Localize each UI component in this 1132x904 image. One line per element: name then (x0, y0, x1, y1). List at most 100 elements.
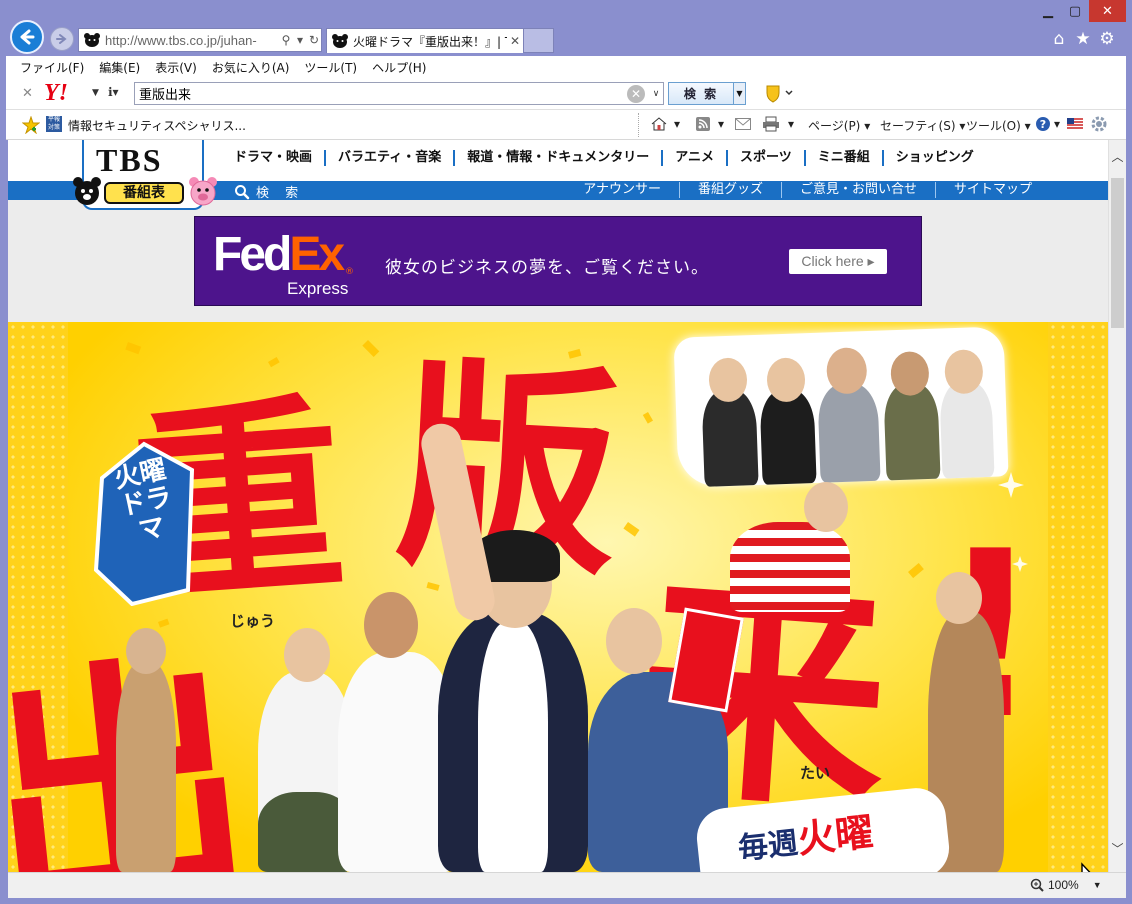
close-icon[interactable]: ✕ (507, 34, 523, 48)
arrow-right-icon (56, 34, 67, 44)
chevron-down-icon[interactable]: ▼ (1093, 880, 1102, 890)
back-button[interactable] (10, 20, 44, 54)
cast-member (116, 662, 176, 872)
refresh-icon[interactable]: ↻ (307, 33, 321, 47)
chevron-down-icon[interactable]: ▾ (788, 117, 794, 131)
sub-link-contact[interactable]: ご意見・お問い合せ (782, 182, 936, 198)
forward-button[interactable] (50, 27, 74, 51)
sub-link-goods[interactable]: 番組グッズ (680, 182, 782, 198)
menu-file[interactable]: ファイル(F) (20, 59, 84, 76)
search-icon (235, 184, 250, 199)
schedule-prefix: 毎週 (736, 825, 800, 867)
cast-panel (673, 326, 1009, 488)
home-icon[interactable] (650, 115, 668, 133)
drama-hero-image[interactable]: 重 版 出 来 ! じゅう はん たい 火曜ドラマ (8, 322, 1108, 872)
mail-icon[interactable] (734, 115, 752, 133)
cast-member-shirt (478, 622, 548, 872)
kayou-drama-badge: 火曜ドラマ (92, 440, 196, 606)
star-icon[interactable]: ★ (1072, 28, 1094, 50)
scroll-up-icon[interactable]: ︿ (1109, 148, 1126, 165)
menu-favorites[interactable]: お気に入り(A) (212, 59, 290, 76)
cast-member (883, 382, 941, 481)
chevron-down-icon[interactable]: ▾ (674, 117, 680, 131)
chevron-down-icon[interactable]: ▾ (1054, 117, 1060, 131)
ad-cta-button[interactable]: Click here ▸ (789, 249, 887, 274)
safety-menu[interactable]: セーフティ(S) ▾ (880, 117, 965, 134)
favorite-link[interactable]: 情報セキュリティスペシャリス... (68, 117, 246, 134)
favorites-add-icon[interactable] (22, 116, 40, 134)
menu-edit[interactable]: 編集(E) (99, 59, 140, 76)
minimize-button[interactable]: ▁ (1034, 0, 1062, 22)
chevron-down-icon[interactable]: ▾ (293, 33, 307, 47)
status-bar: 100% ▼ (8, 872, 1126, 898)
gear-icon[interactable] (1090, 115, 1108, 133)
chevron-down-icon[interactable]: ▼ (734, 82, 746, 105)
nav-news[interactable]: 報道・情報・ドキュメンタリー (455, 150, 664, 166)
clear-icon[interactable]: ✕ (627, 84, 645, 103)
favorite-site-icon: 平報対策 (46, 116, 62, 132)
yahoo-logo[interactable]: Y! (44, 80, 68, 107)
menu-view[interactable]: 表示(V) (155, 59, 197, 76)
nav-sports[interactable]: スポーツ (728, 150, 806, 166)
cast-member-striped (730, 522, 850, 612)
scroll-thumb[interactable] (1111, 178, 1124, 328)
address-url[interactable]: http://www.tbs.co.jp/juhan- (105, 33, 279, 48)
info-icon[interactable]: ℹ▾ (108, 85, 128, 101)
new-tab-button[interactable] (524, 28, 554, 53)
yahoo-search-button[interactable]: 検 索 (668, 82, 734, 105)
tbs-bear-favicon-icon (84, 33, 100, 47)
sub-link-sitemap[interactable]: サイトマップ (936, 182, 1032, 198)
print-icon[interactable] (762, 115, 780, 133)
yahoo-search-input[interactable] (135, 86, 627, 101)
nav-drama[interactable]: ドラマ・映画 (222, 150, 327, 166)
address-bar[interactable]: http://www.tbs.co.jp/juhan- ⚲ ▾ ↻ (78, 28, 322, 52)
nav-variety[interactable]: バラエティ・音楽 (326, 150, 456, 166)
menu-tools[interactable]: ツール(T) (304, 59, 357, 76)
menu-help[interactable]: ヘルプ(H) (372, 59, 426, 76)
flag-icon[interactable] (1066, 115, 1084, 133)
rss-feed-icon[interactable] (694, 115, 712, 133)
tbs-logo[interactable]: TBS 番組表 (73, 140, 217, 210)
window-close-button[interactable]: ✕ (1089, 0, 1126, 22)
chevron-down-icon[interactable]: ▼ (92, 88, 99, 98)
close-icon[interactable]: ✕ (22, 86, 33, 101)
nav-shopping[interactable]: ショッピング (884, 150, 986, 166)
fedex-express: Express (287, 279, 349, 298)
page-viewport: TBS 番組表 ドラマ・映画 バラエティ・音楽 報道・情報・ドキュメンタリー ア… (8, 140, 1108, 872)
search-icon[interactable]: ⚲ (279, 33, 293, 47)
maximize-button[interactable]: ▢ (1062, 0, 1088, 22)
shield-icon[interactable] (764, 83, 794, 103)
nav-anime[interactable]: アニメ (663, 150, 729, 166)
gear-icon[interactable]: ⚙ (1096, 28, 1118, 50)
chevron-down-icon[interactable]: ▾ (718, 117, 724, 131)
fedex-ad-banner[interactable]: FedEx ® Express 彼女のビジネスの夢を、ご覧ください。 Click… (194, 216, 922, 306)
ruby-tai: たい (800, 764, 831, 782)
tab-title: 火曜ドラマ『重版出来！』| T... (353, 34, 507, 49)
zoom-level: 100% (1048, 878, 1079, 892)
cast-member-head (126, 628, 166, 674)
page-menu[interactable]: ページ(P) ▾ (808, 117, 870, 134)
tools-menu[interactable]: ツール(O) ▾ (966, 117, 1031, 134)
bangumi-link[interactable]: 番組表 (104, 182, 184, 204)
help-icon[interactable]: ? (1034, 115, 1052, 133)
cast-member (701, 388, 759, 487)
zoom-control[interactable]: 100% ▼ (1030, 878, 1102, 892)
registered-mark: ® (345, 267, 354, 277)
cast-member-head (804, 482, 848, 532)
favorites-bar: 平報対策 情報セキュリティスペシャリス... ▾ ▾ ▾ ページ(P) ▾ セー… (6, 110, 1126, 140)
scroll-down-icon[interactable]: ﹀ (1109, 840, 1126, 857)
cast-member-head (284, 628, 330, 682)
tbs-sub-links: アナウンサー 番組グッズ ご意見・お問い合せ サイトマップ (565, 182, 1032, 198)
pig-mascot-icon (189, 177, 217, 206)
sub-link-announcer[interactable]: アナウンサー (565, 182, 680, 198)
tab-active[interactable]: 火曜ドラマ『重版出来！』| T... ✕ (326, 28, 524, 53)
cast-member-head (606, 608, 662, 674)
schedule-day: 火曜 (795, 809, 876, 862)
fedex-fed: Fed (213, 228, 292, 281)
home-icon[interactable]: ⌂ (1048, 28, 1070, 50)
chevron-down-icon[interactable]: ∨ (649, 89, 663, 99)
tbs-search-link[interactable]: 検 索 (234, 182, 304, 201)
browser-chrome: http://www.tbs.co.jp/juhan- ⚲ ▾ ↻ 火曜ドラマ『… (6, 0, 1126, 140)
vertical-scrollbar[interactable]: ︿ ﹀ (1108, 140, 1126, 872)
nav-mini[interactable]: ミニ番組 (806, 150, 884, 166)
